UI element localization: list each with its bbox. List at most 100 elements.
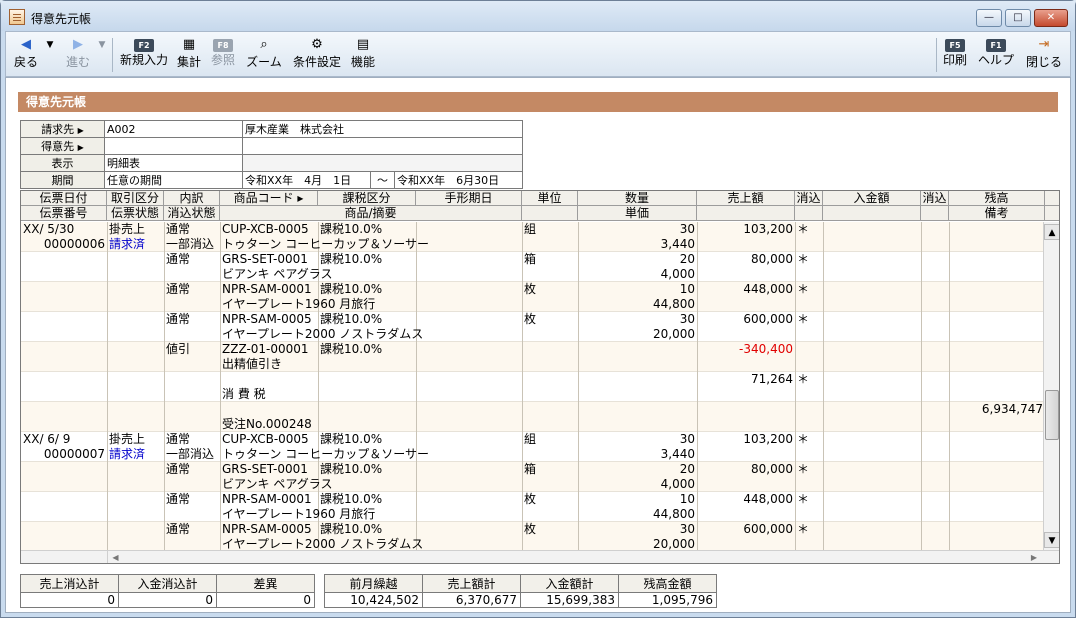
display-value[interactable]: 明細表: [104, 154, 243, 172]
total-label: 集計: [176, 55, 201, 69]
condition-settings-button[interactable]: ⚙ 条件設定: [290, 36, 344, 74]
cell-unit: 組: [524, 222, 537, 236]
horizontal-scrollbar[interactable]: ◀ ▶: [21, 550, 1059, 563]
table-row[interactable]: 消 費 税 71,264 ＊: [21, 372, 1043, 402]
close-button[interactable]: ⇥ 閉じる: [1022, 36, 1066, 74]
col-clear-header[interactable]: 消込: [795, 191, 823, 206]
billing-code[interactable]: A002: [104, 120, 243, 138]
table-row[interactable]: 通常 GRS-SET-0001 課税10.0% ビアンキ ペアグラス 箱 20 4,000 8…: [21, 462, 1043, 492]
scroll-down-icon[interactable]: ▼: [1044, 532, 1059, 548]
col-unit-header[interactable]: 単位: [522, 191, 578, 206]
reference-button[interactable]: F8 参照: [208, 36, 238, 74]
forward-dropdown[interactable]: ▼: [96, 36, 108, 74]
period-from[interactable]: 令和XX年 4月 1日: [242, 171, 371, 189]
col-desc-header[interactable]: 商品/摘要: [220, 206, 522, 221]
col-due-header[interactable]: 手形期日: [416, 191, 522, 206]
cell-mark: ＊: [797, 222, 810, 236]
payment-clear-total: 0: [118, 592, 217, 608]
forward-arrow-icon: ▶: [73, 37, 83, 52]
col-sales-header[interactable]: 売上額: [697, 191, 795, 206]
table-row[interactable]: 受注No.000248 6,934,747: [21, 402, 1043, 432]
column-divider: [823, 462, 824, 492]
col-voucher-header[interactable]: 伝票番号: [21, 206, 107, 221]
column-divider: [107, 342, 108, 372]
table-row[interactable]: XX/ 6/ 9 00000007 掛売上 請求済 通常 一部消込 CUP-XCB-0005…: [21, 432, 1043, 462]
total-button[interactable]: ▦ 集計: [174, 36, 204, 74]
table-row[interactable]: 通常 NPR-SAM-0005 課税10.0% イヤープレート2000 ノストラダムス…: [21, 522, 1043, 550]
cell-note: [951, 297, 1043, 312]
zoom-button[interactable]: ⌕ ズーム: [242, 36, 286, 74]
vertical-scrollbar[interactable]: ▲ ▼: [1043, 222, 1059, 550]
table-row[interactable]: 値引 ZZZ-01-00001 課税10.0% 出精値引き -340,400: [21, 342, 1043, 372]
cell-code: NPR-SAM-0001: [222, 282, 312, 296]
col-tax-header[interactable]: 課税区分: [318, 191, 416, 206]
maximize-button[interactable]: □: [1005, 9, 1031, 27]
col-clear2-header[interactable]: 消込: [921, 191, 949, 206]
cell-breakdown: 通常: [166, 282, 191, 296]
back-dropdown[interactable]: ▼: [44, 36, 56, 74]
scroll-left-icon[interactable]: ◀: [107, 551, 123, 563]
column-divider: [522, 342, 523, 372]
scroll-right-icon[interactable]: ▶: [1026, 551, 1042, 563]
sales-total: 6,370,677: [422, 592, 521, 608]
col-date-header[interactable]: 伝票日付: [21, 191, 107, 206]
column-divider: [823, 492, 824, 522]
period-to[interactable]: 令和XX年 6月30日: [394, 171, 523, 189]
col-note-header[interactable]: 備考: [949, 206, 1045, 221]
column-divider: [921, 462, 922, 492]
column-divider: [795, 432, 796, 462]
print-button[interactable]: F5 印刷: [940, 36, 970, 74]
col-qty-header[interactable]: 数量: [578, 191, 697, 206]
help-button[interactable]: F1 ヘルプ: [974, 36, 1018, 74]
cell-mark: ＊: [797, 282, 810, 296]
cell-price: 20,000: [653, 537, 695, 550]
back-button[interactable]: ◀ 戻る: [10, 36, 42, 74]
col-status-header[interactable]: 伝票状態: [107, 206, 164, 221]
cell-price: 44,800: [653, 297, 695, 311]
column-divider: [522, 492, 523, 522]
table-row[interactable]: 通常 NPR-SAM-0001 課税10.0% イヤープレート1960 月旅行枚 10 4…: [21, 282, 1043, 312]
column-divider: [697, 342, 698, 372]
cell-qty: [580, 372, 695, 387]
col-balance-header[interactable]: 残高: [949, 191, 1045, 206]
cell-balance: [951, 462, 1043, 477]
function-icon: ▤: [356, 37, 370, 52]
col-code-header[interactable]: 商品コード ▸: [220, 191, 318, 206]
cell-note: [951, 387, 1043, 402]
column-divider: [697, 372, 698, 402]
cell-qty: 30: [679, 222, 695, 236]
table-row[interactable]: 通常 GRS-SET-0001 課税10.0% ビアンキ ペアグラス 箱 20 4,000 8…: [21, 252, 1043, 282]
close-window-button[interactable]: ✕: [1034, 9, 1068, 27]
col-price-header[interactable]: 単価: [578, 206, 697, 221]
col-breakdown-header[interactable]: 内訳: [164, 191, 220, 206]
scroll-thumb[interactable]: [1045, 390, 1059, 440]
new-entry-button[interactable]: F2 新規入力: [118, 36, 170, 74]
column-divider: [921, 522, 922, 550]
customer-code[interactable]: [104, 137, 243, 155]
col-payment-header[interactable]: 入金額: [823, 191, 921, 206]
cell-code: NPR-SAM-0005: [222, 312, 312, 326]
column-divider: [578, 342, 579, 372]
col-kind-header[interactable]: 取引区分: [107, 191, 164, 206]
column-divider: [107, 282, 108, 312]
cell-breakdown: 通常: [166, 312, 191, 326]
col-clearstatus-header[interactable]: 消込状態: [164, 206, 220, 221]
table-row[interactable]: 通常 NPR-SAM-0001 課税10.0% イヤープレート1960 月旅行枚 10 4…: [21, 492, 1043, 522]
column-divider: [107, 492, 108, 522]
column-divider: [795, 222, 796, 252]
payment-total: 15,699,383: [520, 592, 619, 608]
table-row[interactable]: 通常 NPR-SAM-0005 課税10.0% イヤープレート2000 ノストラダムス…: [21, 312, 1043, 342]
table-row[interactable]: XX/ 5/30 00000006 掛売上 請求済 通常 一部消込 CUP-XCB-0005…: [21, 222, 1043, 252]
column-divider: [921, 342, 922, 372]
period-type[interactable]: 任意の期間: [104, 171, 243, 189]
column-divider: [164, 462, 165, 492]
cell-date: XX/ 6/ 9: [23, 432, 71, 446]
cell-clear-status: [166, 357, 222, 372]
cell-tax: 課税10.0%: [320, 282, 383, 296]
minimize-button[interactable]: —: [976, 9, 1002, 27]
scroll-up-icon[interactable]: ▲: [1044, 224, 1059, 240]
column-divider: [578, 522, 579, 550]
function-button[interactable]: ▤ 機能: [348, 36, 378, 74]
cell-note: [951, 267, 1043, 282]
forward-button[interactable]: ▶ 進む: [62, 36, 94, 74]
